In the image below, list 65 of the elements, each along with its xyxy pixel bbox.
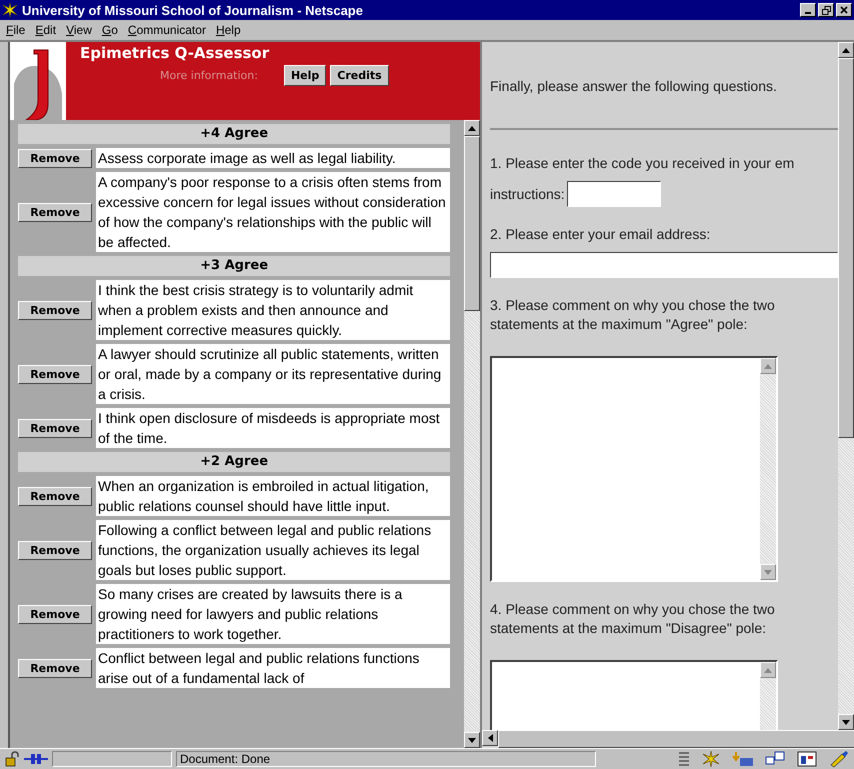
menu-item[interactable]: Help [216, 23, 241, 37]
pen-icon [828, 750, 850, 768]
menu-item[interactable]: File [6, 23, 26, 37]
down-arrow-icon [842, 720, 850, 724]
remove-button[interactable]: Remove [18, 486, 92, 506]
remove-button[interactable]: Remove [18, 540, 92, 560]
code-field[interactable] [566, 181, 661, 207]
statement-text: I think open disclosure of misdeeds is appropriate most of the time. [96, 408, 450, 448]
field-label: instructions: [490, 184, 565, 204]
statement-text: Following a conflict between legal and public relations functions, the organization usually achieves its legal goals but loses public support. [96, 520, 450, 580]
email-field[interactable] [490, 252, 838, 278]
status-text: Document: Done [176, 751, 596, 767]
question-text: 1. Please enter the code you received in your em [490, 154, 796, 173]
remove-button[interactable]: Remove [18, 148, 92, 168]
up-arrow-icon [764, 668, 772, 672]
address-card-icon [796, 750, 818, 768]
scrollbar[interactable] [760, 358, 776, 580]
statement-text: Assess corporate image as well as legal liability. [96, 148, 450, 168]
statement-text: Conflict between legal and public relations functions arise out of a fundamental lack of [96, 648, 450, 688]
menu-item[interactable]: Edit [35, 23, 56, 37]
statement-text: A company's poor response to a crisis often stems from excessive concern for legal issues without consideration of how the company's relationships with the public will be affected. [96, 172, 450, 252]
list-icon [678, 751, 690, 767]
down-arrow-icon [764, 570, 772, 574]
close-button[interactable] [836, 3, 852, 17]
remove-button[interactable]: Remove [18, 418, 92, 438]
question-text: 2. Please enter your email address: [490, 225, 712, 244]
question-text: 3. Please comment on why you chose the two statements at the maximum "Agree" pole: [490, 296, 776, 334]
remove-button[interactable]: Remove [18, 300, 92, 320]
app-title: Epimetrics Q-Assessor [80, 44, 270, 62]
menu-item[interactable]: Go [102, 23, 118, 37]
group-heading: +4 Agree [18, 124, 450, 144]
close-icon [840, 6, 848, 14]
info-label: More information: [160, 69, 258, 82]
window-title: University of Missouri School of Journalism - Netscape [22, 2, 363, 18]
up-arrow-icon [764, 364, 772, 368]
comment-field[interactable] [490, 356, 778, 582]
remove-button[interactable]: Remove [18, 604, 92, 624]
up-arrow-icon [842, 48, 850, 52]
remove-button[interactable]: Remove [18, 658, 92, 678]
scrollbar[interactable] [464, 120, 480, 748]
scrollbar[interactable] [838, 42, 854, 730]
group-heading: +2 Agree [18, 452, 450, 472]
intro-text: Finally, please answer the following questions. [490, 78, 778, 94]
remove-button[interactable]: Remove [18, 364, 92, 384]
remove-button[interactable]: Remove [18, 202, 92, 222]
restore-button[interactable] [818, 3, 834, 17]
statement-text: A lawyer should scrutinize all public statements, written or oral, made by a company or its representative during a crisis. [96, 344, 450, 404]
down-arrow-icon [468, 738, 476, 742]
header-button[interactable]: Help [284, 65, 326, 86]
scrollbar[interactable] [482, 730, 854, 748]
minimize-button[interactable] [800, 3, 816, 17]
connection-icon [24, 752, 48, 766]
statement-text: So many crises are created by lawsuits there is a growing need for lawyers and public relations practitioners to work together. [96, 584, 450, 644]
lock-icon [4, 751, 20, 767]
question-text: 4. Please comment on why you chose the two statements at the maximum "Disagree" pole: [490, 600, 776, 638]
group-heading: +3 Agree [18, 256, 450, 276]
menu-item[interactable]: View [66, 23, 92, 37]
statement-text: I think the best crisis strategy is to voluntarily admit when a problem exists and then announce and implement corrective measures quickly. [96, 280, 450, 340]
header-button[interactable]: Credits [330, 65, 389, 86]
statement-text: When an organization is embroiled in actual litigation, public relations counsel should have little input. [96, 476, 450, 516]
left-arrow-icon [488, 734, 492, 742]
restore-icon [822, 6, 830, 14]
up-arrow-icon [468, 126, 476, 130]
menu-item[interactable]: Communicator [128, 23, 206, 37]
netscape-icon [2, 2, 18, 18]
